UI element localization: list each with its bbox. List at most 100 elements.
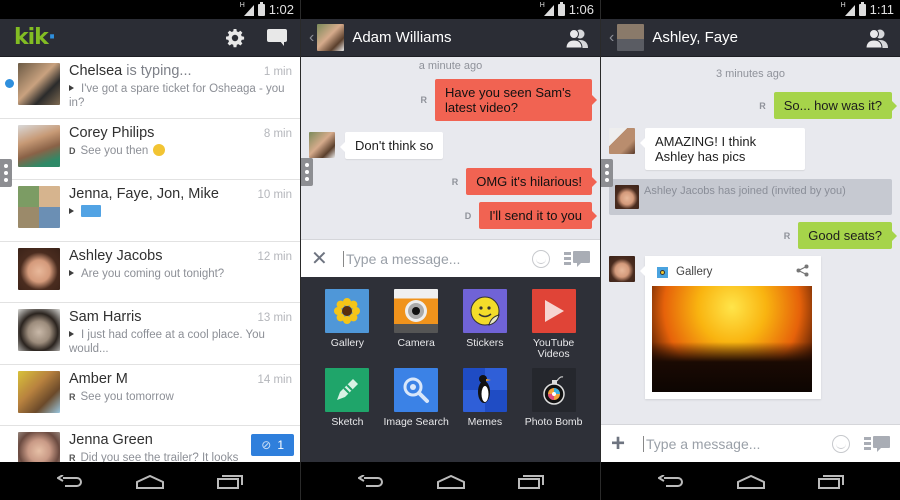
signal-icon: H — [841, 2, 855, 16]
tray-item-youtube[interactable]: YouTube Videos — [519, 289, 588, 360]
add-media-icon[interactable]: + — [611, 430, 635, 458]
concert-photo[interactable] — [652, 286, 812, 392]
recents-nav-icon[interactable] — [516, 472, 546, 492]
timestamp: 12 min — [257, 250, 292, 263]
side-drawer-handle[interactable] — [0, 159, 12, 187]
conversation-item[interactable]: Jenna, Faye, Jon, Mike 10 min — [0, 180, 300, 242]
tray-item-memes[interactable]: Memes — [451, 368, 520, 428]
group-name[interactable]: Ashley, Faye — [652, 29, 738, 46]
message-row: R Good seats? — [601, 222, 900, 249]
message-row: R Have you seen Sam's latest video? — [301, 79, 600, 121]
timestamp: 13 min — [257, 312, 292, 324]
incoming-message[interactable]: Don't think so — [339, 132, 444, 159]
contact-avatar[interactable] — [317, 24, 345, 51]
read-receipt-icon: R — [420, 95, 428, 105]
back-chevron-icon[interactable]: ‹ — [609, 29, 614, 47]
gear-icon[interactable] — [220, 23, 250, 53]
side-drawer-handle[interactable] — [301, 158, 313, 186]
outgoing-message[interactable]: OMG it's hilarious! — [466, 168, 597, 195]
gallery-card[interactable]: Gallery — [640, 256, 821, 399]
read-receipt-icon: R — [451, 176, 459, 187]
gallery-icon — [657, 266, 668, 278]
received-arrow-icon — [69, 331, 74, 337]
signal-icon: H — [240, 2, 254, 16]
tray-item-image-search[interactable]: Image Search — [382, 368, 451, 428]
conversation-item[interactable]: Corey Philips 8 min D See you then — [0, 119, 300, 180]
media-bar-icon[interactable] — [564, 250, 590, 267]
media-bar-icon[interactable] — [864, 435, 890, 452]
incoming-message[interactable]: AMAZING! I think Ashley has pics — [640, 128, 805, 170]
new-messages-badge[interactable]: ⊘ 1 — [251, 434, 294, 456]
conversation-item[interactable]: Sam Harris 13 min I just had coffee at a… — [0, 303, 300, 365]
outgoing-message[interactable]: Have you seen Sam's latest video? — [435, 79, 597, 121]
chat-timestamp: 3 minutes ago — [715, 68, 786, 80]
back-nav-icon[interactable] — [356, 472, 386, 492]
delivered-receipt-icon: D — [69, 145, 76, 156]
sketch-icon — [325, 368, 370, 412]
tray-item-sketch[interactable]: Sketch — [313, 368, 382, 428]
conversation-item[interactable]: Amber M 14 min R See you tomorrow — [0, 365, 300, 426]
share-icon[interactable] — [796, 264, 809, 280]
contact-name: Sam Harris — [69, 309, 142, 325]
message-input[interactable] — [643, 435, 832, 452]
message-row: R So... how was it? — [601, 92, 900, 119]
message-input[interactable] — [343, 250, 532, 267]
outgoing-message[interactable]: Good seats? — [798, 222, 897, 249]
outgoing-message[interactable]: So... how was it? — [773, 92, 898, 119]
smiley-emoji-icon — [153, 143, 166, 156]
battery-icon — [557, 1, 565, 16]
back-chevron-icon[interactable]: ‹ — [309, 29, 314, 47]
screen-chat-adam: H 1:06 ‹ Adam Williams a minute ago R Ha… — [300, 0, 600, 500]
read-receipt-icon: R — [69, 391, 76, 402]
back-nav-icon[interactable] — [55, 472, 85, 492]
group-avatar[interactable] — [617, 24, 645, 51]
contact-name[interactable]: Adam Williams — [352, 29, 451, 46]
home-nav-icon[interactable] — [135, 472, 165, 492]
read-receipt-icon: R — [759, 100, 766, 111]
message-input-bar: ✕ — [301, 239, 600, 277]
read-receipt-icon: R — [69, 453, 76, 462]
avatar — [18, 432, 60, 462]
side-drawer-handle[interactable] — [601, 159, 613, 187]
contacts-group-icon[interactable] — [862, 23, 892, 53]
tray-item-photo-bomb[interactable]: Photo Bomb — [519, 368, 588, 428]
smiley-icon[interactable] — [832, 434, 850, 453]
photo-bomb-icon — [531, 368, 576, 412]
app-bar: ‹ Adam Williams — [301, 19, 600, 57]
avatar — [18, 124, 60, 167]
tray-item-gallery[interactable]: Gallery — [313, 289, 382, 360]
status-bar: H 1:11 — [601, 0, 900, 19]
status-time: 1:02 — [268, 2, 294, 17]
close-tray-icon[interactable]: ✕ — [311, 246, 335, 271]
avatar — [18, 309, 60, 351]
recents-nav-icon[interactable] — [215, 472, 245, 492]
message-preview: I've got a spare ticket for Osheaga - yo… — [69, 83, 285, 109]
contact-name: Jenna Green — [69, 432, 153, 448]
chat-thread: 3 minutes ago R So... how was it? AMAZIN… — [601, 57, 900, 424]
home-nav-icon[interactable] — [736, 472, 766, 492]
contacts-group-icon[interactable] — [562, 23, 592, 53]
contact-name: Ashley Jacobs — [69, 247, 163, 264]
gallery-icon — [325, 289, 370, 333]
message-row: Gallery — [601, 256, 900, 399]
conversation-item[interactable]: Jenna Green R Did you see the trailer? It… — [0, 426, 300, 462]
tray-item-camera[interactable]: Camera — [382, 289, 451, 360]
signal-icon: H — [540, 2, 554, 16]
battery-icon — [858, 1, 866, 16]
conversation-item[interactable]: Chelsea is typing... 1 min I've got a sp… — [0, 57, 300, 119]
outgoing-message[interactable]: I'll send it to you — [479, 202, 597, 229]
timestamp: 8 min — [263, 127, 292, 140]
recents-nav-icon[interactable] — [816, 472, 846, 492]
home-nav-icon[interactable] — [436, 472, 466, 492]
tray-item-stickers[interactable]: Stickers — [451, 289, 520, 360]
screen-conversation-list: H 1:02 kik· Chelsea is typing... 1 min I… — [0, 0, 300, 500]
nav-bar — [601, 463, 900, 500]
compose-chat-icon[interactable] — [262, 23, 292, 53]
avatar — [18, 63, 60, 105]
conversation-item[interactable]: Ashley Jacobs 12 min Are you coming out … — [0, 242, 300, 303]
avatar — [18, 370, 60, 413]
message-row: Don't think so — [301, 132, 600, 159]
smiley-icon[interactable] — [532, 249, 550, 268]
bubble-icon: ⊘ — [261, 438, 272, 452]
back-nav-icon[interactable] — [656, 472, 686, 492]
